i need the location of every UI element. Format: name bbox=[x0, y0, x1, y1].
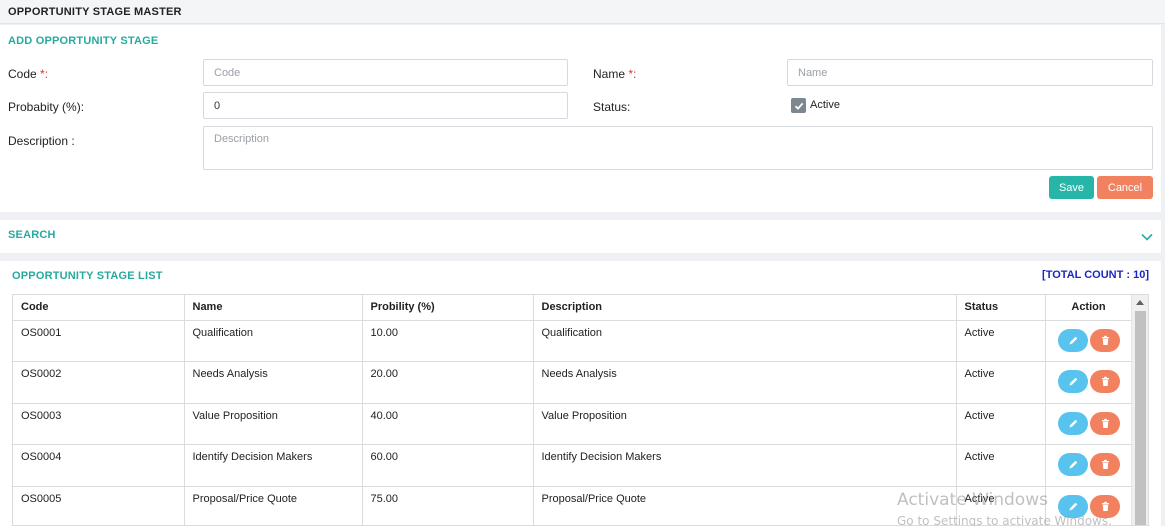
probability-label: Probabity (%): bbox=[8, 100, 85, 114]
table-row: OS0001 Qualification 10.00 Qualification Act… bbox=[13, 320, 1133, 362]
edit-button[interactable] bbox=[1057, 494, 1088, 518]
page-title: OPPORTUNITY STAGE MASTER bbox=[8, 6, 182, 18]
probability-input[interactable] bbox=[203, 92, 568, 119]
cell-action bbox=[1045, 361, 1133, 404]
cell-description: Proposal/Price Quote bbox=[533, 486, 957, 525]
cell-action bbox=[1045, 320, 1133, 362]
code-label: Code *: bbox=[8, 67, 49, 81]
cell-probability: 60.00 bbox=[362, 444, 534, 487]
cancel-button[interactable]: Cancel bbox=[1097, 176, 1153, 199]
cell-description: Qualification bbox=[533, 320, 957, 362]
cell-code: OS0004 bbox=[13, 444, 185, 487]
column-header-status: Status bbox=[956, 295, 1046, 321]
cell-status: Active bbox=[956, 486, 1046, 525]
cell-action bbox=[1045, 444, 1133, 487]
table-row: OS0004 Identify Decision Makers 60.00 Ident… bbox=[13, 444, 1133, 487]
edit-button[interactable] bbox=[1057, 370, 1088, 393]
search-heading[interactable]: SEARCH bbox=[8, 229, 56, 241]
cell-description: Needs Analysis bbox=[533, 361, 957, 404]
table-row: OS0005 Proposal/Price Quote 75.00 Proposal/… bbox=[13, 486, 1133, 525]
active-checkbox[interactable] bbox=[791, 98, 806, 113]
cell-status: Active bbox=[956, 320, 1046, 362]
cell-probability: 20.00 bbox=[362, 361, 534, 404]
code-input[interactable] bbox=[203, 59, 568, 86]
search-panel[interactable]: SEARCH bbox=[0, 220, 1161, 253]
cell-code: OS0005 bbox=[13, 486, 185, 525]
table-scrollbar[interactable] bbox=[1131, 295, 1148, 525]
cell-description: Identify Decision Makers bbox=[533, 444, 957, 487]
column-header-probability: Probility (%) bbox=[362, 295, 534, 321]
stage-list-heading: OPPORTUNITY STAGE LIST bbox=[12, 270, 163, 282]
cell-action bbox=[1045, 486, 1133, 525]
required-marker: *: bbox=[628, 67, 637, 81]
cell-probability: 10.00 bbox=[362, 320, 534, 362]
cell-probability: 75.00 bbox=[362, 486, 534, 525]
delete-button[interactable] bbox=[1089, 411, 1120, 435]
column-header-action: Action bbox=[1045, 295, 1133, 321]
active-checkbox-label[interactable]: Active bbox=[810, 99, 840, 111]
delete-button[interactable] bbox=[1089, 328, 1120, 352]
stage-list-panel: OPPORTUNITY STAGE LIST [TOTAL COUNT : 10… bbox=[0, 261, 1161, 526]
cell-name: Identify Decision Makers bbox=[184, 444, 363, 487]
scrollbar-thumb[interactable] bbox=[1135, 311, 1146, 525]
description-input[interactable] bbox=[203, 126, 1153, 170]
total-count: [TOTAL COUNT : 10] bbox=[1042, 269, 1149, 281]
page-header: OPPORTUNITY STAGE MASTER bbox=[0, 0, 1165, 24]
status-label: Status: bbox=[593, 100, 631, 114]
stage-table: Code Name Probility (%) Description Stat… bbox=[12, 294, 1149, 526]
column-header-name: Name bbox=[184, 295, 363, 321]
edit-button[interactable] bbox=[1057, 411, 1088, 435]
column-header-description: Description bbox=[533, 295, 957, 321]
cell-status: Active bbox=[956, 361, 1046, 404]
check-icon bbox=[794, 102, 803, 110]
cell-description: Value Proposition bbox=[533, 403, 957, 445]
chevron-down-icon[interactable] bbox=[1140, 230, 1154, 244]
delete-button[interactable] bbox=[1089, 453, 1120, 476]
cell-name: Qualification bbox=[184, 320, 363, 362]
delete-button[interactable] bbox=[1089, 370, 1120, 393]
edit-button[interactable] bbox=[1057, 453, 1088, 476]
name-label: Name *: bbox=[593, 67, 637, 81]
table-row: OS0002 Needs Analysis 20.00 Needs Analysis A… bbox=[13, 361, 1133, 404]
cell-code: OS0001 bbox=[13, 320, 185, 362]
required-marker: *: bbox=[40, 67, 49, 81]
cell-action bbox=[1045, 403, 1133, 445]
column-header-code: Code bbox=[13, 295, 185, 321]
cell-code: OS0002 bbox=[13, 361, 185, 404]
name-input[interactable] bbox=[787, 59, 1153, 86]
cell-name: Proposal/Price Quote bbox=[184, 486, 363, 525]
cell-name: Value Proposition bbox=[184, 403, 363, 445]
save-button[interactable]: Save bbox=[1049, 176, 1094, 199]
delete-button[interactable] bbox=[1089, 494, 1120, 518]
add-stage-panel: ADD OPPORTUNITY STAGE Code *: Name *: Pr… bbox=[0, 25, 1161, 212]
cell-status: Active bbox=[956, 403, 1046, 445]
edit-button[interactable] bbox=[1057, 328, 1088, 352]
scroll-up-arrow-icon[interactable] bbox=[1136, 300, 1144, 305]
table-header-row: Code Name Probility (%) Description Stat… bbox=[13, 295, 1133, 321]
table-row: OS0003 Value Proposition 40.00 Value Propos… bbox=[13, 403, 1133, 445]
cell-probability: 40.00 bbox=[362, 403, 534, 445]
description-label: Description : bbox=[8, 134, 75, 148]
cell-code: OS0003 bbox=[13, 403, 185, 445]
cell-name: Needs Analysis bbox=[184, 361, 363, 404]
add-stage-heading: ADD OPPORTUNITY STAGE bbox=[8, 35, 159, 47]
cell-status: Active bbox=[956, 444, 1046, 487]
